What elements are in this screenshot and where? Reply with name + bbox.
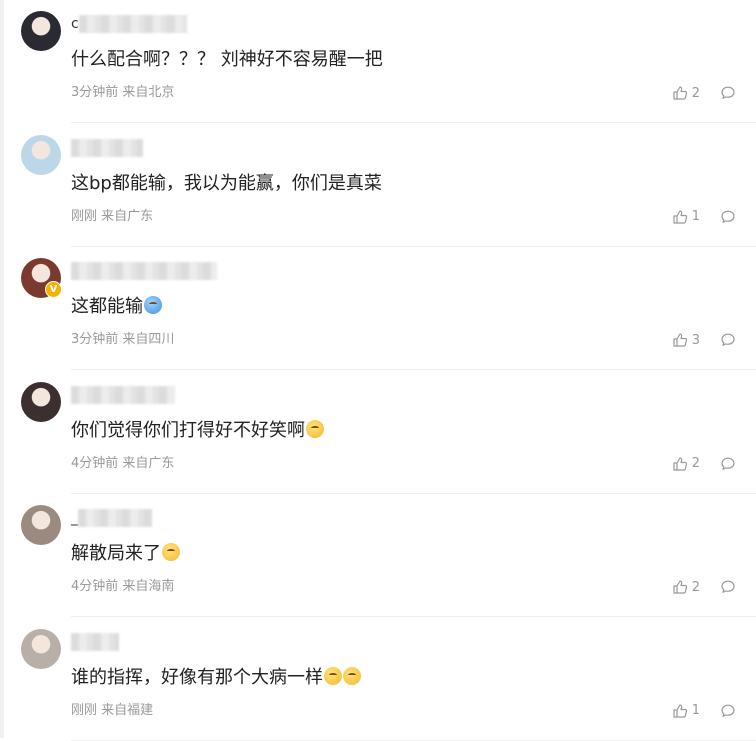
username[interactable] [71,385,175,405]
comment-bubble-icon[interactable] [720,209,736,225]
username-blurred [71,632,119,651]
username[interactable]: c [71,14,187,34]
comment-content: 这都能输 [71,293,162,321]
thumbs-up-icon[interactable] [672,332,688,348]
comment-bubble-icon[interactable] [720,703,736,719]
emoji-icon [306,419,324,438]
username-prefix: c [71,16,79,32]
like-count: 1 [691,209,700,224]
like-count: 2 [691,579,700,595]
comment-actions: 1 [672,702,736,720]
emoji-icon [343,666,361,685]
username-blurred [71,138,143,157]
comment-actions: 3 [672,331,736,349]
verified-badge-icon: V [45,281,62,298]
username-prefix: _ [71,510,78,526]
comment-text: 这bp都能输，我以为能赢，你们是真菜 [71,172,382,194]
comment-item: V 这都能输 3分钟前 来自四川 3 [0,247,756,370]
avatar[interactable] [21,11,61,51]
like-count: 1 [691,703,700,718]
emoji-icon [144,296,162,314]
like-count: 2 [691,456,700,471]
username[interactable] [71,261,217,281]
comment-actions: 2 [672,455,736,473]
thumbs-up-icon[interactable] [672,85,688,101]
thumbs-up-icon[interactable] [672,456,688,472]
comment-actions: 1 [672,208,736,226]
comment-item: c 什么配合啊？？？ 刘神好不容易醒一把 3分钟前 来自北京 2 [0,0,756,123]
comment-meta: 4分钟前 来自广东 [71,455,175,471]
comment-bubble-icon[interactable] [720,332,736,348]
comment-item: 谁的指挥，好像有那个大病一样 刚刚 来自福建 1 [0,618,756,741]
emoji-icon [162,543,180,561]
comment-bubble-icon[interactable] [720,456,736,472]
comment-bubble-icon[interactable] [720,579,736,595]
comment-content: 什么配合啊？？？ 刘神好不容易醒一把 [71,46,383,74]
comment-content: 谁的指挥，好像有那个大病一样 [71,664,361,692]
username[interactable] [71,632,119,652]
comment-item: _ 解散局来了 4分钟前 来自海南 2 [0,494,756,617]
comment-meta: 3分钟前 来自四川 [71,332,175,347]
comment-item: 你们觉得你们打得好不好笑啊 4分钟前 来自广东 2 [0,371,756,494]
like-count: 3 [691,332,700,348]
comment-content: 解散局来了 [71,540,180,568]
comment-meta: 刚刚 来自广东 [71,208,154,224]
avatar[interactable] [21,505,61,545]
comment-actions: 2 [672,578,736,596]
comment-actions: 2 [672,84,736,102]
username-blurred [71,262,217,280]
comment-text: 什么配合啊？？？ 刘神好不容易醒一把 [71,49,383,70]
comment-meta: 刚刚 来自福建 [71,702,154,718]
emoji-icon [324,666,342,685]
avatar[interactable] [21,381,61,422]
thumbs-up-icon[interactable] [672,703,688,719]
comment-text: 你们觉得你们打得好不好笑啊 [71,419,305,441]
comment-text: 解散局来了 [71,543,161,564]
username[interactable] [71,138,143,158]
thumbs-up-icon[interactable] [672,209,688,225]
comment-text: 这都能输 [71,296,143,317]
divider [71,739,756,741]
comment-item: 这bp都能输，我以为能赢，你们是真菜 刚刚 来自广东 1 [0,124,756,247]
avatar[interactable] [21,134,61,175]
like-count: 2 [691,85,700,101]
username[interactable]: _ [71,508,152,528]
comment-bubble-icon[interactable] [720,85,736,101]
comment-meta: 4分钟前 来自海南 [71,579,175,594]
username-blurred [78,15,187,33]
comment-content: 你们觉得你们打得好不好笑啊 [71,417,324,445]
comment-content: 这bp都能输，我以为能赢，你们是真菜 [71,170,382,198]
username-blurred [78,509,152,527]
comment-text: 谁的指挥，好像有那个大病一样 [71,666,323,688]
comment-meta: 3分钟前 来自北京 [71,85,175,100]
username-blurred [71,385,175,404]
thumbs-up-icon[interactable] [672,579,688,595]
avatar[interactable] [21,628,61,669]
